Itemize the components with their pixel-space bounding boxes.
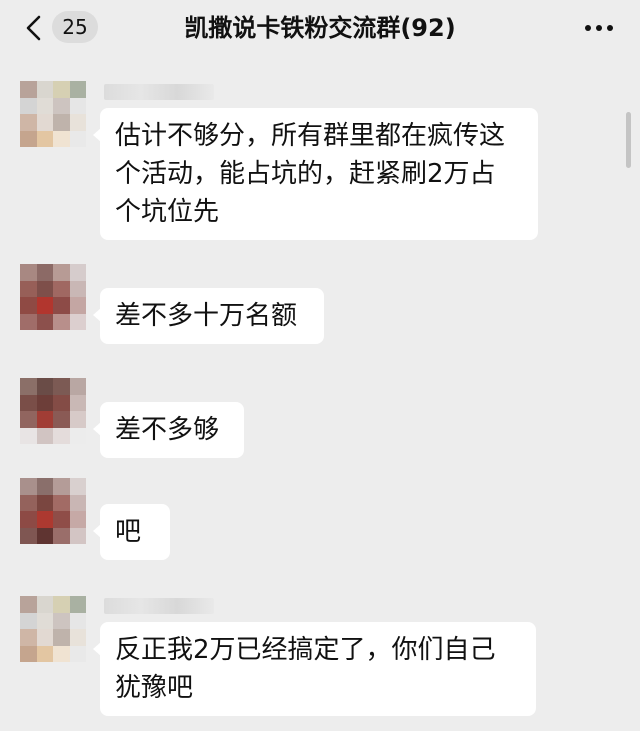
message-bubble[interactable]: 吧: [93, 504, 170, 560]
message-bubble[interactable]: 估计不够分，所有群里都在疯传这 个活动，能占坑的，赶紧刷2万占 个坑位先: [93, 108, 538, 240]
scrollbar[interactable]: [626, 112, 631, 168]
avatar[interactable]: [20, 81, 86, 147]
sender-name-redacted: [104, 598, 214, 614]
message-list[interactable]: 估计不够分，所有群里都在疯传这 个活动，能占坑的，赶紧刷2万占 个坑位先 差不多…: [0, 56, 640, 731]
avatar[interactable]: [20, 596, 86, 662]
chat-header: 25 凯撒说卡铁粉交流群(92): [0, 0, 640, 56]
avatar[interactable]: [20, 378, 86, 444]
avatar[interactable]: [20, 264, 86, 330]
message-bubble[interactable]: 反正我2万已经搞定了，你们自己 犹豫吧: [93, 622, 536, 716]
sender-name-redacted: [104, 84, 214, 100]
message-bubble[interactable]: 差不多十万名额: [93, 288, 324, 344]
avatar[interactable]: [20, 478, 86, 544]
more-dots-icon[interactable]: [584, 20, 614, 36]
page-title: 凯撒说卡铁粉交流群(92): [184, 14, 456, 42]
message-bubble[interactable]: 差不多够: [93, 402, 244, 458]
